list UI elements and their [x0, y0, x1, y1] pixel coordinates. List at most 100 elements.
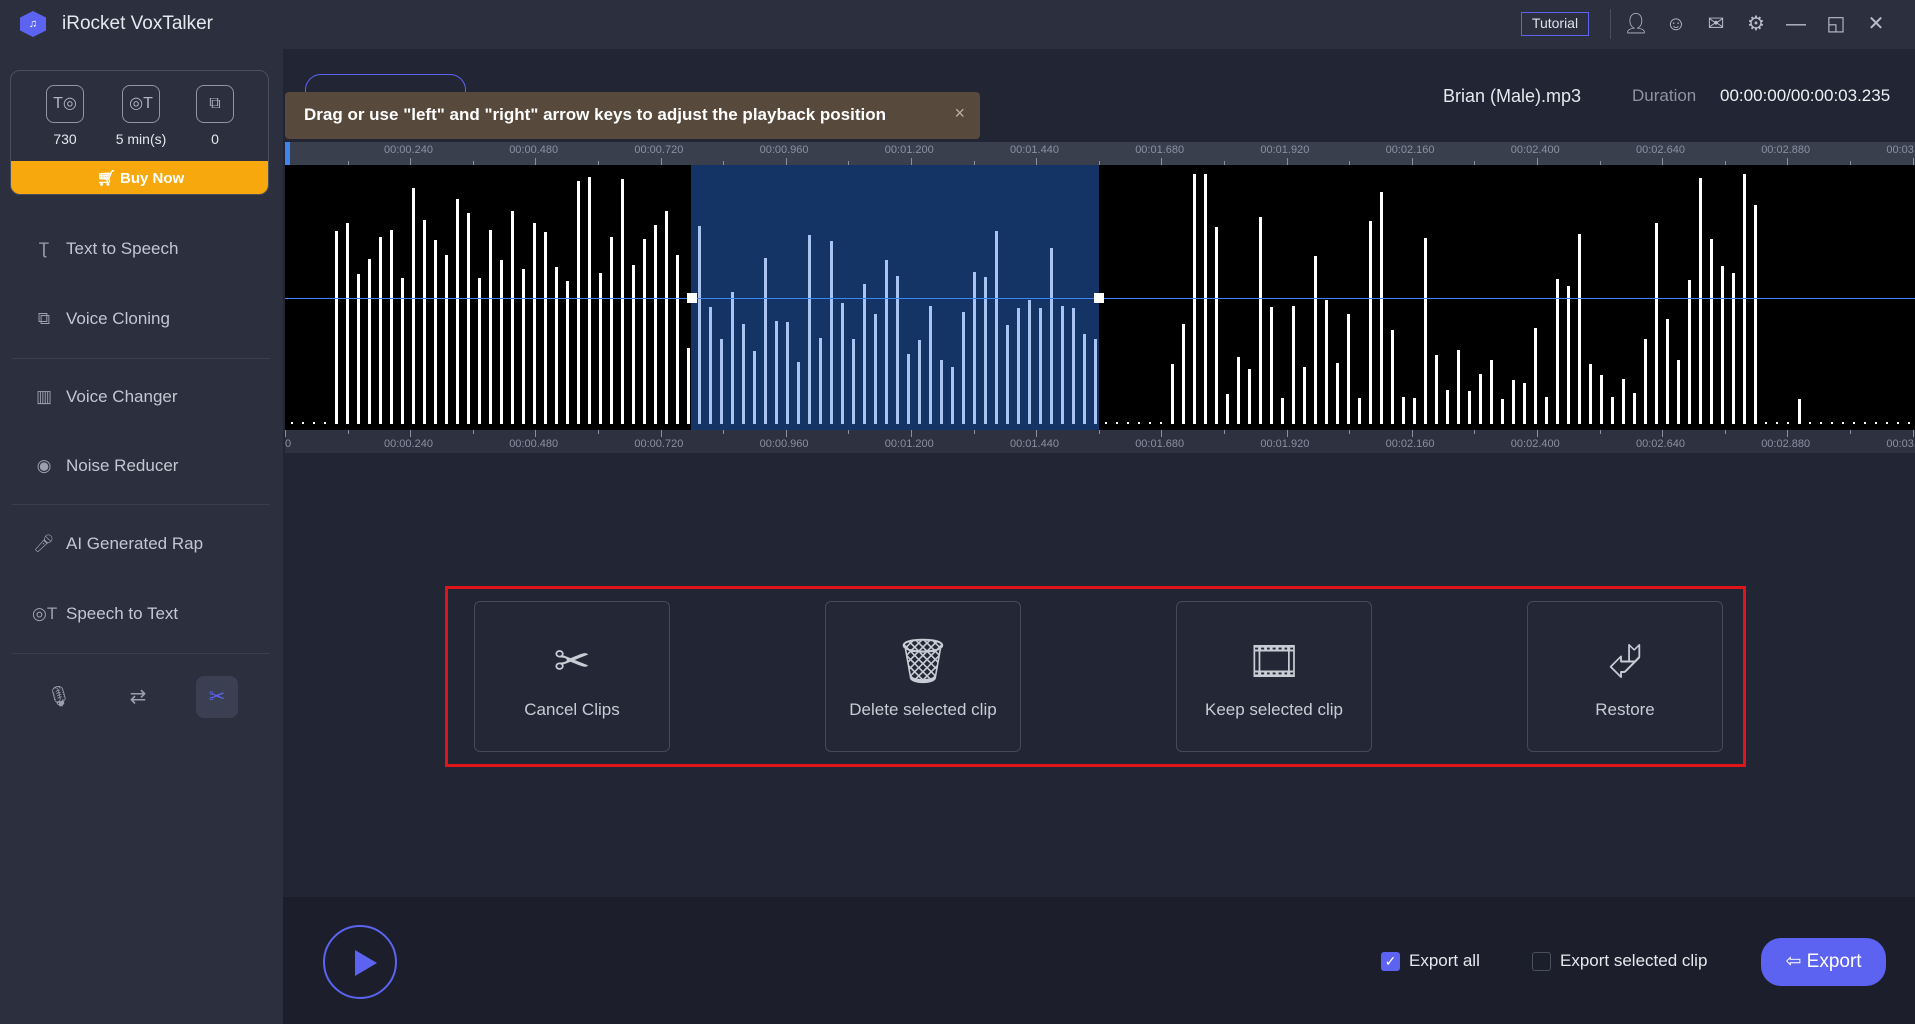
waveform-bar [324, 422, 326, 424]
tick-label: 00:02.880 [1761, 438, 1811, 450]
tick-mark [1286, 158, 1288, 165]
tooltip-close-icon[interactable]: × [954, 103, 965, 124]
tick-mark [1912, 430, 1914, 437]
waveform-bar [1248, 368, 1251, 424]
cancel-clips-button[interactable]: ✂ Cancel Clips [474, 601, 670, 752]
tick-label: 00:01.440 [1010, 438, 1059, 450]
timeline-ruler-top[interactable]: 00:00.240 00:00.480 00:00.720 00:00.960 00:0… [285, 142, 1915, 165]
export-selected-checkbox[interactable] [1532, 952, 1551, 971]
waveform-bar [1061, 306, 1064, 424]
tick-label: 00:02.400 [1510, 144, 1560, 156]
waveform-bar [1677, 360, 1680, 424]
sidebar-item-voice-cloning[interactable]: ⧉ Voice Cloning [32, 304, 262, 334]
waveform-bar [1215, 226, 1218, 424]
divider [12, 653, 270, 654]
discord-icon[interactable]: ☺ [1663, 11, 1689, 37]
text-to-speech-icon: Ʈ [38, 239, 50, 258]
settings-icon[interactable]: ⚙ [1743, 11, 1769, 37]
keep-selected-clip-button[interactable]: 🎞︎ Keep selected clip [1176, 601, 1372, 752]
waveform-bar [1556, 278, 1559, 424]
tick-label: 0 [285, 438, 292, 450]
waveform[interactable] [285, 165, 1915, 430]
record-icon[interactable]: 🎙︎ [38, 676, 80, 718]
sidebar-item-text-to-speech[interactable]: Ʈ Text to Speech [32, 234, 262, 264]
waveform-bar [610, 236, 613, 424]
waveform-bar [1897, 422, 1899, 424]
restore-button[interactable]: ⮰ Restore [1527, 601, 1723, 752]
waveform-bar [599, 272, 602, 424]
waveform-bar [830, 241, 833, 424]
convert-icon[interactable]: ⇄ [117, 676, 159, 718]
user-icon[interactable]: 👤︎ [1623, 11, 1649, 37]
waveform-bar [632, 265, 635, 424]
waveform-bar [1886, 422, 1888, 424]
account-card: T◎ 730 ◎T 5 min(s) ⧉ 0 🛒︎ Buy Now [10, 70, 269, 195]
buy-now-button[interactable]: 🛒︎ Buy Now [11, 161, 268, 194]
scissors-icon[interactable]: ✂ [196, 676, 238, 718]
waveform-bar [1787, 422, 1789, 424]
waveform-bar [1281, 398, 1284, 424]
tick-label: 00:01.920 [1260, 144, 1310, 156]
waveform-bar [1127, 422, 1129, 424]
close-icon[interactable]: ✕ [1863, 11, 1889, 37]
waveform-bar [1039, 308, 1042, 424]
stat-value: 730 [53, 131, 77, 147]
waveform-bar [1633, 392, 1636, 424]
tick-mark [1662, 158, 1664, 165]
sidebar-item-label: Voice Cloning [66, 309, 170, 328]
voice-cloning-icon: ⧉ [196, 85, 234, 123]
play-button[interactable] [323, 925, 397, 999]
waveform-bar [522, 268, 525, 424]
delete-selected-clip-button[interactable]: 🗑︎ Delete selected clip [825, 601, 1021, 752]
tick-mark [848, 430, 850, 434]
waveform-bar [368, 259, 371, 424]
minimize-icon[interactable]: — [1783, 11, 1809, 37]
waveform-bar [1138, 422, 1140, 424]
tick-label: 00:02.640 [1636, 144, 1685, 156]
waveform-bar [302, 422, 304, 424]
selection-start-handle[interactable] [687, 293, 697, 303]
divider [1610, 9, 1611, 39]
tooltip: Drag or use "left" and "right" arrow key… [285, 92, 980, 139]
waveform-bar [1534, 327, 1537, 424]
waveform-bar [1149, 422, 1151, 424]
waveform-bar [1006, 325, 1009, 424]
waveform-bar [742, 324, 745, 424]
playhead[interactable] [285, 142, 290, 165]
sidebar-item-voice-changer[interactable]: ▥ Voice Changer [32, 382, 262, 412]
waveform-bar [874, 313, 877, 424]
waveform-bar [1391, 330, 1394, 424]
tick-label: 00:00.240 [384, 144, 433, 156]
tick-mark [285, 430, 286, 437]
export-label: Export [1806, 951, 1862, 972]
tick-mark [785, 430, 787, 437]
waveform-bar [819, 338, 822, 424]
tick-mark [1724, 430, 1726, 434]
waveform-bar [654, 224, 657, 424]
waveform-bar [1809, 422, 1811, 424]
sidebar-item-ai-generated-rap[interactable]: 🎤︎ AI Generated Rap [32, 529, 262, 559]
restore-icon[interactable]: ◱ [1823, 11, 1849, 37]
title-bar: ♫ iRocket VoxTalker Tutorial 👤︎ ☺ ✉ ⚙ — … [0, 0, 1915, 49]
selection-end-handle[interactable] [1094, 293, 1104, 303]
tick-mark [1474, 430, 1476, 434]
waveform-bar [731, 291, 734, 424]
waveform-bar [1732, 273, 1735, 424]
mail-icon[interactable]: ✉ [1703, 11, 1729, 37]
timeline-ruler-bottom[interactable]: 00:00.240 00:00.480 00:00.720 00:00.960 00:0… [285, 430, 1915, 453]
stat-clones: ⧉ 0 [185, 85, 245, 147]
tutorial-button[interactable]: Tutorial [1521, 12, 1589, 36]
export-button[interactable]: ⇦ Export [1761, 938, 1886, 986]
sidebar-item-label: Voice Changer [66, 387, 178, 406]
stat-minutes: ◎T 5 min(s) [111, 85, 171, 147]
sidebar-item-noise-reducer[interactable]: ◉ Noise Reducer [32, 451, 262, 481]
tick-label: 00:02.640 [1636, 438, 1685, 450]
tick-mark [1224, 430, 1225, 434]
sidebar-item-label: Speech to Text [66, 604, 179, 623]
sidebar-item-speech-to-text[interactable]: ◎T Speech to Text [32, 599, 262, 629]
tick-label: 00:00.720 [634, 438, 684, 450]
export-all-checkbox[interactable]: ✓ [1381, 952, 1400, 971]
waveform-bar [984, 276, 987, 424]
waveform-bar [1644, 339, 1647, 424]
waveform-bar [1666, 318, 1669, 424]
